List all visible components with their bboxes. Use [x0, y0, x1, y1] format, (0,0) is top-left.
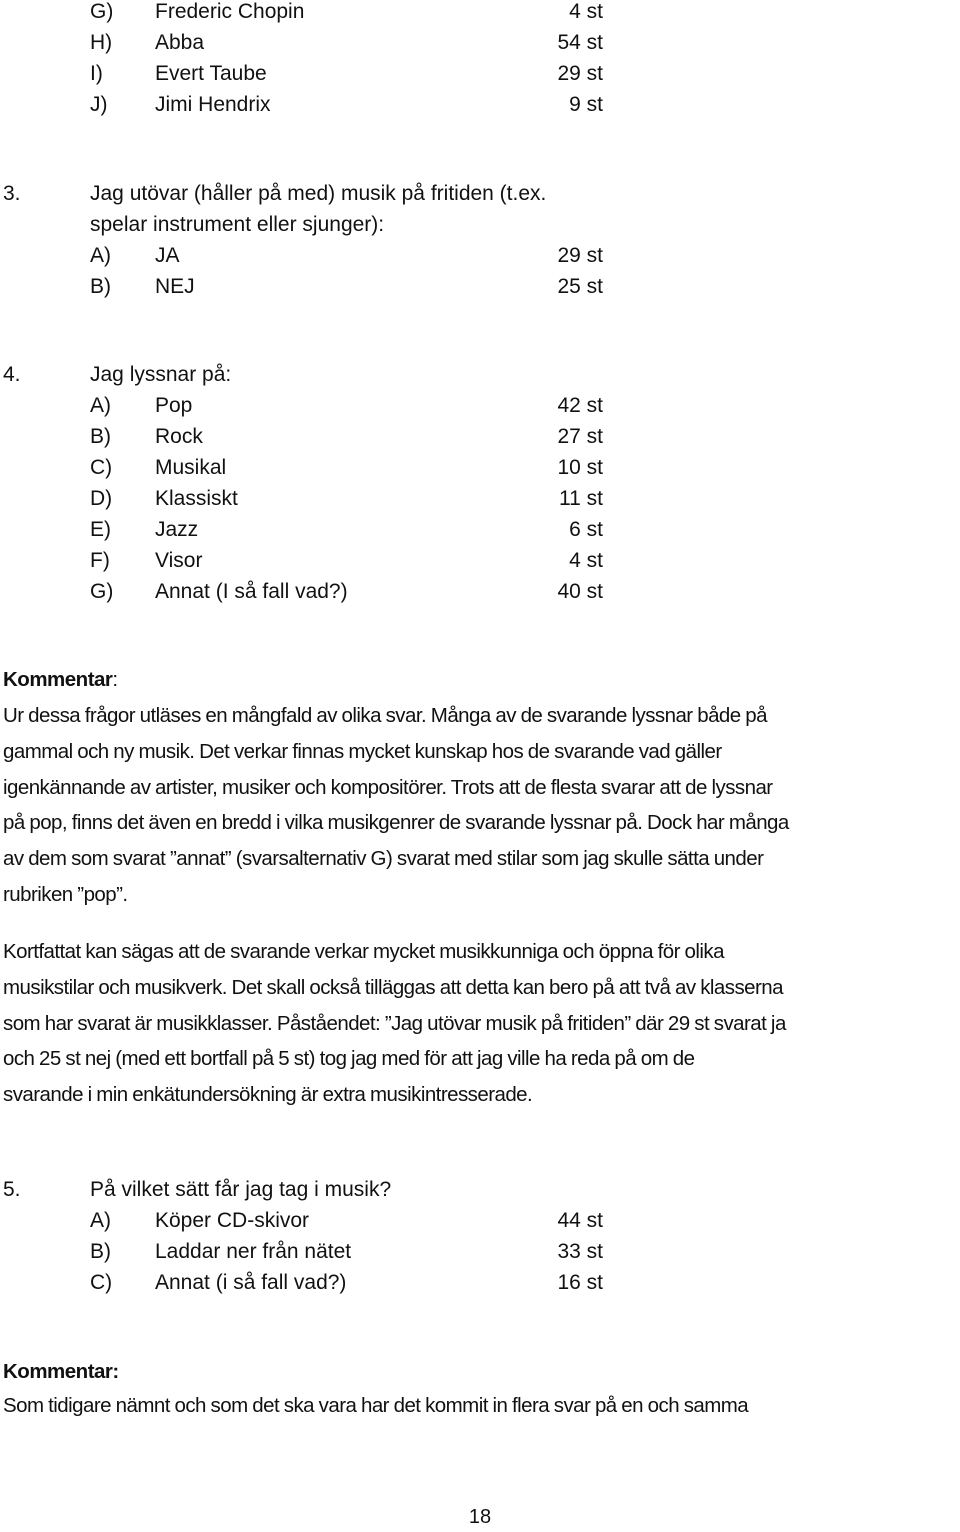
option-label: NEJ: [155, 275, 195, 298]
option-letter: A): [90, 244, 111, 267]
option-letter: C): [90, 1271, 113, 1294]
option-label: Jimi Hendrix: [155, 93, 271, 116]
option-letter: G): [90, 0, 114, 23]
comment-paragraph: Som tidigare nämnt och som det ska vara …: [3, 1388, 960, 1424]
option-count: 40 st: [557, 580, 603, 603]
option-count: 25 st: [557, 275, 603, 298]
paragraph-line: och 25 st nej (med ett bortfall på 5 st)…: [3, 1047, 695, 1071]
option-letter: B): [90, 1240, 111, 1263]
option-letter: F): [90, 549, 110, 572]
comment-heading: Kommentar:: [3, 664, 118, 695]
paragraph-line: som har svarat är musikklasser. Påståend…: [3, 1011, 786, 1035]
option-letter: B): [90, 425, 111, 448]
question-text-cont: spelar instrument eller sjunger):: [90, 213, 385, 236]
question-number: 3.: [3, 182, 21, 205]
comment-heading-bold: Kommentar: [3, 668, 113, 691]
paragraph-line: av dem som svarat ”annat” (svarsalternat…: [3, 847, 764, 871]
option-count: 16 st: [557, 1271, 603, 1294]
paragraph-line: Kortfattat kan sägas att de svarande ver…: [3, 940, 724, 963]
paragraph-line: igenkännande av artister, musiker och ko…: [3, 775, 773, 799]
option-letter: I): [90, 62, 103, 85]
paragraph-line: gammal och ny musik. Det verkar finnas m…: [3, 739, 722, 763]
option-label: Jazz: [155, 518, 199, 541]
paragraph-line: rubriken ”pop”.: [3, 882, 128, 906]
option-count: 9 st: [569, 93, 603, 116]
option-label: Klassiskt: [155, 487, 238, 510]
option-label: Rock: [155, 425, 203, 448]
option-count: 54 st: [557, 31, 603, 54]
option-count: 29 st: [557, 62, 603, 85]
question-number: 5.: [3, 1178, 21, 1201]
option-count: 10 st: [557, 456, 603, 479]
paragraph-line: Ur dessa frågor utläses en mångfald av o…: [3, 704, 768, 727]
option-count: 11 st: [559, 487, 603, 510]
comment-paragraph-2: Kortfattat kan sägas att de svarande ver…: [3, 934, 960, 1113]
option-label: Laddar ner från nätet: [155, 1240, 352, 1263]
paragraph-line: musikstilar och musikverk. Det skall ock…: [3, 975, 784, 999]
option-label: Annat (i så fall vad?): [155, 1271, 347, 1294]
option-count: 27 st: [557, 425, 603, 448]
option-letter: E): [90, 518, 111, 541]
paragraph-line: på pop, finns det även en bredd i vilka …: [3, 811, 789, 835]
option-letter: A): [90, 394, 111, 417]
option-label: Abba: [155, 31, 205, 54]
comment-heading-colon: :: [112, 668, 118, 691]
option-count: 33 st: [557, 1240, 603, 1263]
question-number: 4.: [3, 363, 21, 386]
paragraph-line: svarande i min enkätundersökning är extr…: [3, 1083, 533, 1107]
question-text: På vilket sätt får jag tag i musik?: [90, 1178, 392, 1201]
option-letter: G): [90, 580, 114, 603]
option-label: Pop: [155, 394, 193, 417]
option-letter: H): [90, 31, 113, 54]
option-count: 29 st: [557, 244, 603, 267]
option-label: Evert Taube: [155, 62, 267, 85]
option-count: 42 st: [557, 394, 603, 417]
option-count: 44 st: [557, 1209, 603, 1232]
question-text: Jag lyssnar på:: [90, 363, 232, 386]
option-letter: B): [90, 275, 111, 298]
comment-heading: Kommentar:: [3, 1360, 119, 1383]
option-count: 4 st: [569, 0, 603, 23]
option-letter: A): [90, 1209, 111, 1232]
option-label: JA: [155, 244, 180, 267]
option-letter: C): [90, 456, 113, 479]
option-label: Musikal: [155, 456, 227, 479]
option-count: 6 st: [569, 518, 603, 541]
option-label: Frederic Chopin: [155, 0, 305, 23]
option-label: Köper CD-skivor: [155, 1209, 310, 1232]
comment-paragraph-1: Ur dessa frågor utläses en mångfald av o…: [3, 698, 960, 913]
option-letter: D): [90, 487, 113, 510]
option-label: Annat (I så fall vad?): [155, 580, 348, 603]
question-text: Jag utövar (håller på med) musik på frit…: [90, 182, 547, 205]
option-letter: J): [90, 93, 108, 116]
option-count: 4 st: [569, 549, 603, 572]
option-label: Visor: [155, 549, 203, 572]
paragraph-line: Som tidigare nämnt och som det ska vara …: [3, 1394, 749, 1417]
